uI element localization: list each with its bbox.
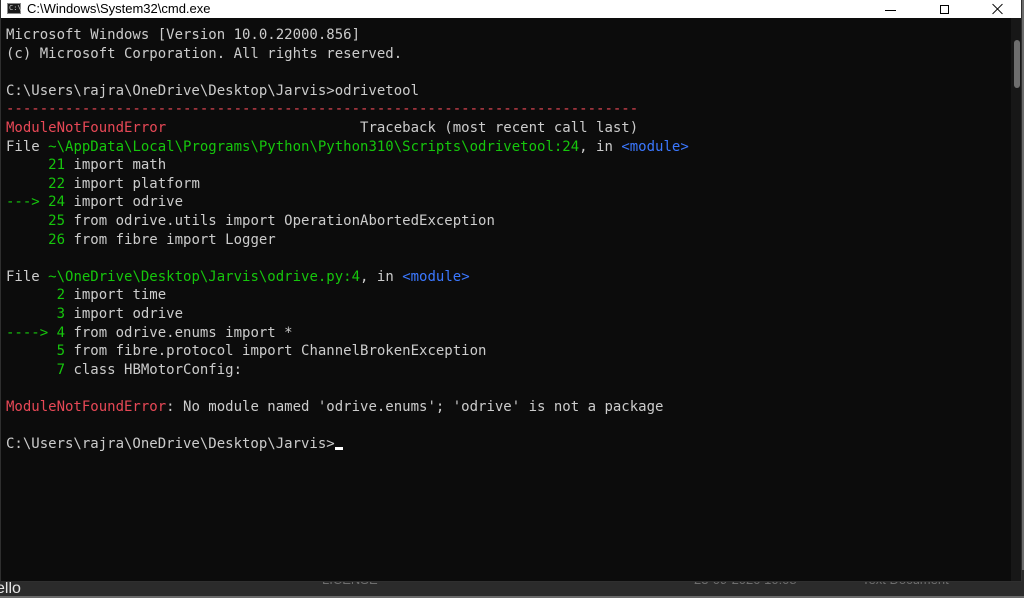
console-line: 5 from fibre.protocol import ChannelBrok… <box>6 342 1006 361</box>
console-text: ModuleNotFoundError <box>6 119 167 136</box>
console-text: File <box>6 138 49 155</box>
console-line: ModuleNotFoundError Traceback (most rece… <box>6 119 1006 138</box>
console-text: 3 <box>6 305 66 322</box>
console-line: File ~\AppData\Local\Programs\Python\Pyt… <box>6 138 1006 157</box>
console-line: C:\Users\rajra\OneDrive\Desktop\Jarvis> <box>6 435 1006 454</box>
console-text: File <box>6 268 49 285</box>
minimize-button[interactable] <box>867 0 913 18</box>
console-text: class HBMotorConfig: <box>65 361 243 378</box>
console-text: (c) Microsoft Corporation. All rights re… <box>6 45 403 62</box>
console-line: 2 import time <box>6 286 1006 305</box>
terminal-icon: C:\ <box>7 3 22 14</box>
console-line: 22 import platform <box>6 175 1006 194</box>
console-line: 21 import math <box>6 156 1006 175</box>
background-text: ello <box>0 580 21 597</box>
console-text: from odrive.enums import * <box>65 324 293 341</box>
console-text: Microsoft Windows [Version 10.0.22000.85… <box>6 27 361 43</box>
console-line: 3 import odrive <box>6 305 1006 324</box>
console-text: 26 <box>6 231 66 248</box>
console-text: 7 <box>6 361 66 378</box>
cmd-window[interactable]: C:\ C:\Windows\System32\cmd.exe Microsof… <box>0 0 1022 582</box>
console-text: : No module named 'odrive.enums'; 'odriv… <box>166 398 664 415</box>
console-text: from odrive.utils import OperationAborte… <box>65 212 495 229</box>
console-text: 22 <box>6 175 66 192</box>
console-text: 5 <box>6 343 66 360</box>
console-line: (c) Microsoft Corporation. All rights re… <box>6 45 1006 64</box>
console-text: 21 <box>6 157 66 174</box>
close-icon <box>992 3 1004 15</box>
console-output[interactable]: Microsoft Windows [Version 10.0.22000.85… <box>6 26 1006 576</box>
console-text: ----------------------------------------… <box>6 101 639 118</box>
console-line: Microsoft Windows [Version 10.0.22000.85… <box>6 26 1006 45</box>
console-text: ModuleNotFoundError <box>6 398 167 415</box>
maximize-button[interactable] <box>921 0 967 18</box>
console-line: ---> 24 import odrive <box>6 193 1006 212</box>
console-line: ModuleNotFoundError: No module named 'od… <box>6 398 1006 417</box>
console-line: 25 from odrive.utils import OperationAbo… <box>6 212 1006 231</box>
console-text: import time <box>65 287 167 304</box>
console-text: <module> <box>621 138 689 155</box>
console-text: from fibre import Logger <box>65 231 276 248</box>
maximize-icon <box>939 4 949 14</box>
console-line: 26 from fibre import Logger <box>6 231 1006 250</box>
console-text: 2 <box>6 287 66 304</box>
console-text: Traceback (most recent call last) <box>166 119 639 136</box>
console-line: File ~\OneDrive\Desktop\Jarvis\odrive.py… <box>6 268 1006 287</box>
console-line: 7 class HBMotorConfig: <box>6 361 1006 380</box>
title-bar[interactable]: C:\ C:\Windows\System32\cmd.exe <box>1 0 1021 18</box>
console-text: C:\Users\rajra\OneDrive\Desktop\Jarvis>o… <box>6 82 420 99</box>
console-text: , in <box>360 268 403 285</box>
console-text: ----> 4 <box>6 324 66 341</box>
vertical-scrollbar[interactable] <box>1011 18 1021 581</box>
console-line: C:\Users\rajra\OneDrive\Desktop\Jarvis>o… <box>6 82 1006 101</box>
console-line: ----------------------------------------… <box>6 100 1006 119</box>
console-text: ~\AppData\Local\Programs\Python\Python31… <box>48 138 580 155</box>
console-text: <module> <box>402 268 470 285</box>
console-text: , in <box>579 138 622 155</box>
close-button[interactable] <box>975 0 1021 18</box>
console-text: import math <box>65 157 167 174</box>
console-text: import odrive <box>65 305 184 322</box>
console-text: from fibre.protocol import ChannelBroken… <box>65 343 487 360</box>
minimize-icon <box>884 9 896 11</box>
console-text: ---> 24 <box>6 194 66 211</box>
console-text: ~\OneDrive\Desktop\Jarvis\odrive.py:4 <box>48 268 361 285</box>
scrollbar-thumb[interactable] <box>1014 40 1020 88</box>
console-line: ----> 4 from odrive.enums import * <box>6 324 1006 343</box>
window-title: C:\Windows\System32\cmd.exe <box>27 1 211 16</box>
console-text: 25 <box>6 212 66 229</box>
console-text: C:\Users\rajra\OneDrive\Desktop\Jarvis> <box>6 436 335 453</box>
console-text: import platform <box>65 175 200 192</box>
console-text: import odrive <box>65 194 184 211</box>
text-cursor <box>334 447 343 451</box>
